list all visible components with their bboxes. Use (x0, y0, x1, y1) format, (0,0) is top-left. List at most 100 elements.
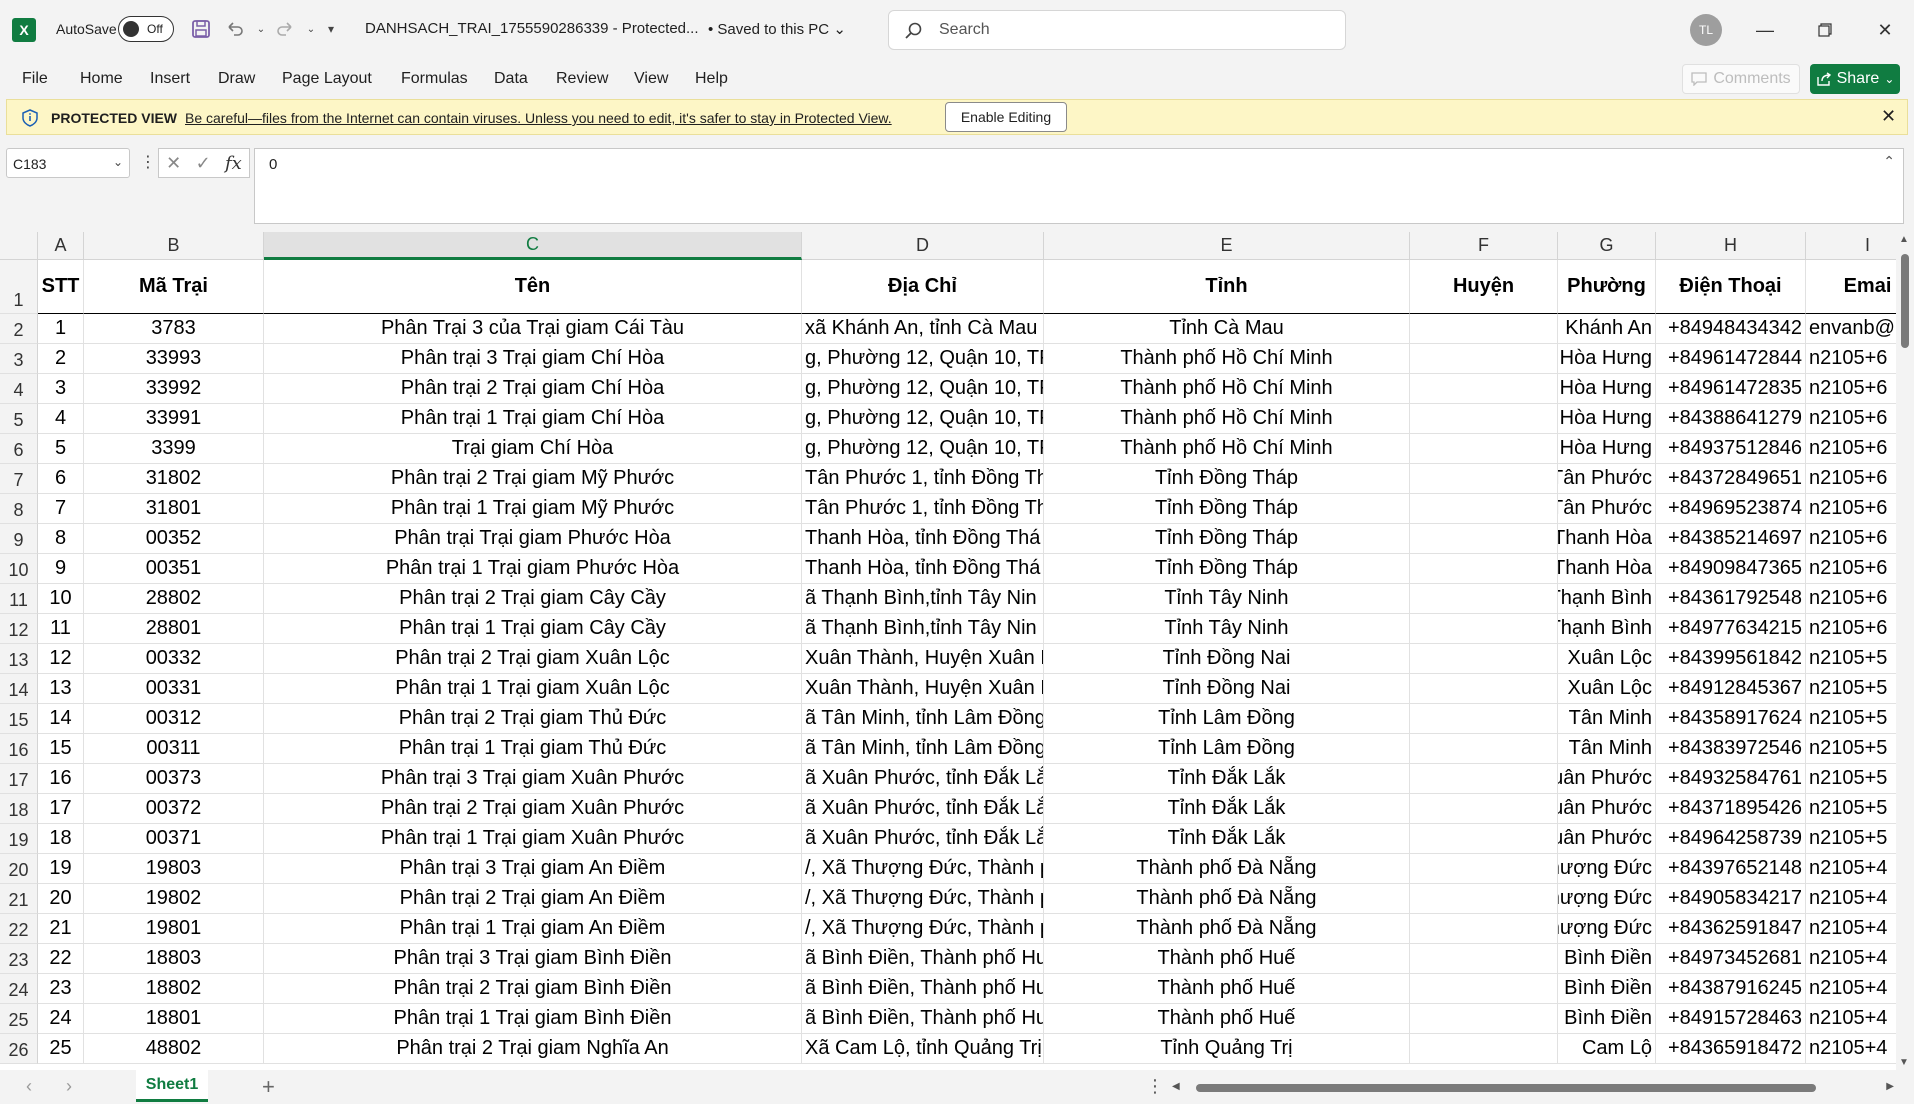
table-cell[interactable]: /, Xã Thượng Đức, Thành p (802, 884, 1044, 914)
customize-toolbar-icon[interactable]: ▾ (318, 16, 344, 42)
tab-review[interactable]: Review (556, 70, 608, 88)
table-cell[interactable]: Thành phố Đà Nẵng (1044, 854, 1410, 884)
redo-icon[interactable] (272, 16, 298, 42)
table-cell[interactable] (1410, 674, 1558, 704)
tab-file[interactable]: File (22, 70, 48, 88)
table-cell[interactable]: 18 (38, 824, 84, 854)
table-cell[interactable]: +84961472835 (1656, 374, 1806, 404)
scroll-right-icon[interactable]: ▶ (1886, 1081, 1894, 1092)
table-cell[interactable]: 3399 (84, 434, 264, 464)
search-input[interactable]: Search (888, 10, 1346, 50)
table-cell[interactable]: 10 (38, 584, 84, 614)
undo-dropdown-icon[interactable]: ⌄ (248, 16, 274, 42)
table-cell[interactable]: 6 (38, 464, 84, 494)
column-header-d[interactable]: D (802, 232, 1044, 260)
table-cell[interactable]: Phân trại 1 Trại giam Xuân Lộc (264, 674, 802, 704)
table-cell[interactable]: n2105+5 (1806, 644, 1896, 674)
table-cell[interactable]: 19803 (84, 854, 264, 884)
row-header[interactable]: 24 (0, 974, 38, 1004)
table-cell[interactable]: Thanh Hòa (1558, 554, 1656, 584)
column-header-i[interactable]: I (1806, 232, 1896, 260)
table-cell[interactable]: 16 (38, 764, 84, 794)
table-cell[interactable]: Trại giam Chí Hòa (264, 434, 802, 464)
table-cell[interactable]: Xuân Thành, Huyện Xuân L (802, 674, 1044, 704)
table-cell[interactable] (1410, 554, 1558, 584)
table-cell[interactable]: Tỉnh Đồng Tháp (1044, 524, 1410, 554)
table-cell[interactable]: n2105+6 (1806, 584, 1896, 614)
table-cell[interactable]: g, Phường 12, Quận 10, TP (802, 344, 1044, 374)
next-sheet-icon[interactable]: › (66, 1076, 72, 1097)
horizontal-scrollbar[interactable]: ◀ ▶ (1170, 1078, 1896, 1098)
table-cell[interactable]: Phân trại 1 Trại giam Mỹ Phước (264, 494, 802, 524)
table-cell[interactable] (1410, 314, 1558, 344)
table-cell[interactable]: 00331 (84, 674, 264, 704)
table-cell[interactable]: Thượng Đức (1558, 914, 1656, 944)
row-header[interactable]: 13 (0, 644, 38, 674)
save-icon[interactable] (188, 16, 214, 42)
name-box[interactable]: C183 ⌄ (6, 148, 130, 178)
table-cell[interactable]: +84361792548 (1656, 584, 1806, 614)
table-cell[interactable]: 24 (38, 1004, 84, 1034)
table-cell[interactable]: Tỉnh Tây Ninh (1044, 614, 1410, 644)
table-cell[interactable]: Thanh Hòa, tỉnh Đồng Thá (802, 554, 1044, 584)
table-cell[interactable]: +84964258739 (1656, 824, 1806, 854)
table-cell[interactable]: Phân trại 3 Trại giam Xuân Phước (264, 764, 802, 794)
table-cell[interactable]: 00332 (84, 644, 264, 674)
table-cell[interactable]: 9 (38, 554, 84, 584)
cancel-icon[interactable]: ✕ (166, 153, 181, 174)
table-cell[interactable]: +84905834217 (1656, 884, 1806, 914)
table-cell[interactable]: Tân Minh (1558, 734, 1656, 764)
table-cell[interactable]: Bình Điền (1558, 944, 1656, 974)
table-cell[interactable]: Khánh An (1558, 314, 1656, 344)
header-cell[interactable]: Tỉnh (1044, 260, 1410, 314)
column-header-h[interactable]: H (1656, 232, 1806, 260)
table-cell[interactable]: n2105+6 (1806, 374, 1896, 404)
table-cell[interactable]: 48802 (84, 1034, 264, 1064)
table-cell[interactable]: +84937512846 (1656, 434, 1806, 464)
table-cell[interactable]: envanb@ (1806, 314, 1896, 344)
avatar[interactable]: TL (1690, 14, 1722, 46)
table-cell[interactable]: n2105+5 (1806, 674, 1896, 704)
table-cell[interactable]: n2105+5 (1806, 824, 1896, 854)
table-cell[interactable]: Phân trại Trại giam Phước Hòa (264, 524, 802, 554)
table-cell[interactable]: Phân trại 1 Trại giam Phước Hòa (264, 554, 802, 584)
table-cell[interactable]: Tỉnh Cà Mau (1044, 314, 1410, 344)
table-cell[interactable]: g, Phường 12, Quận 10, TP (802, 374, 1044, 404)
more-options-icon[interactable]: ⋮ (1146, 1076, 1164, 1097)
table-cell[interactable] (1410, 974, 1558, 1004)
table-cell[interactable]: Xuân Thành, Huyện Xuân L (802, 644, 1044, 674)
table-cell[interactable]: ã Bình Điền, Thành phố Hu (802, 974, 1044, 1004)
table-cell[interactable]: ã Thạnh Bình,tỉnh Tây Nin (802, 614, 1044, 644)
table-cell[interactable]: +84372849651 (1656, 464, 1806, 494)
table-cell[interactable]: 23 (38, 974, 84, 1004)
table-cell[interactable]: n2105+6 (1806, 524, 1896, 554)
table-cell[interactable]: n2105+4 (1806, 1034, 1896, 1064)
table-cell[interactable]: Phân trại 1 Trại giam Thủ Đức (264, 734, 802, 764)
table-cell[interactable]: Tỉnh Tây Ninh (1044, 584, 1410, 614)
table-cell[interactable]: Phân trại 1 Trại giam Bình Điền (264, 1004, 802, 1034)
table-cell[interactable]: 19801 (84, 914, 264, 944)
table-cell[interactable]: n2105+6 (1806, 434, 1896, 464)
table-cell[interactable]: +84362591847 (1656, 914, 1806, 944)
table-cell[interactable]: Bình Điền (1558, 974, 1656, 1004)
table-cell[interactable]: n2105+5 (1806, 704, 1896, 734)
table-cell[interactable]: Phân trại 2 Trại giam An Điềm (264, 884, 802, 914)
table-cell[interactable]: Thành phố Hồ Chí Minh (1044, 374, 1410, 404)
table-cell[interactable]: Thành phố Huế (1044, 944, 1410, 974)
tab-data[interactable]: Data (494, 70, 528, 88)
table-cell[interactable]: 00351 (84, 554, 264, 584)
header-cell[interactable]: Mã Trại (84, 260, 264, 314)
table-cell[interactable]: Tân Phước 1, tỉnh Đồng Th (802, 494, 1044, 524)
row-header[interactable]: 19 (0, 824, 38, 854)
table-cell[interactable]: Thạnh Bình (1558, 584, 1656, 614)
table-cell[interactable] (1410, 614, 1558, 644)
tab-insert[interactable]: Insert (150, 70, 190, 88)
table-cell[interactable]: Phân Trại 3 của Trại giam Cái Tàu (264, 314, 802, 344)
table-cell[interactable]: 7 (38, 494, 84, 524)
tab-home[interactable]: Home (80, 70, 123, 88)
table-cell[interactable]: 17 (38, 794, 84, 824)
row-header[interactable]: 15 (0, 704, 38, 734)
table-cell[interactable]: n2105+4 (1806, 854, 1896, 884)
select-all-corner[interactable] (0, 232, 38, 260)
table-cell[interactable]: +84948434342 (1656, 314, 1806, 344)
